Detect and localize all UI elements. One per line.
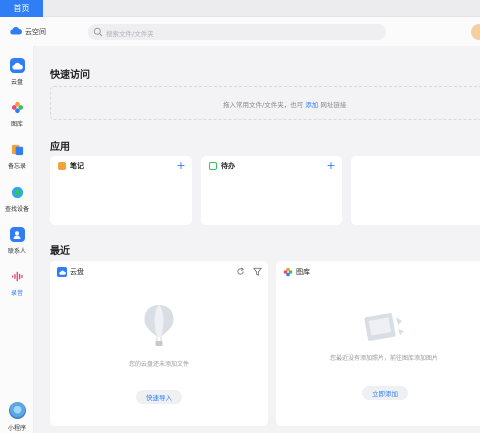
search-icon	[93, 27, 103, 37]
app-card-title: 待办	[221, 162, 235, 170]
app-card-todo[interactable]: 待办 +	[201, 156, 342, 225]
refresh-icon[interactable]	[236, 267, 245, 276]
search-placeholder: 搜索文件/文件夹	[106, 30, 154, 38]
sidebar-item-find-device[interactable]: 查找设备	[0, 185, 34, 213]
recent-card-cloud-drive: 云盘 您的云盘还未添加文件 快速导入	[50, 261, 268, 426]
sidebar-item-label: 小程序	[7, 425, 26, 432]
sidebar-item-gallery[interactable]: 图库	[0, 100, 34, 128]
header: 云空间 搜索文件/文件夹	[0, 17, 480, 46]
sidebar-item-recorder[interactable]: 录音	[0, 269, 34, 297]
contacts-icon	[9, 227, 25, 242]
add-now-button[interactable]: 立即添加	[362, 386, 408, 400]
add-icon[interactable]: +	[176, 160, 186, 171]
sidebar-item-cloud-drive[interactable]: 云盘	[0, 58, 34, 86]
sidebar-item-label: 图库	[10, 121, 23, 128]
app-card-empty	[351, 156, 480, 225]
quick-access-dropzone[interactable]: 拖入常用文件/文件夹，也可 添加 网址链接	[50, 86, 480, 120]
recorder-icon	[10, 269, 25, 284]
sidebar-item-contacts[interactable]: 联系人	[0, 227, 34, 255]
top-tab-bar: 首页	[0, 0, 480, 17]
cloud-empty-text: 您的云盘还未添加文件	[128, 361, 189, 368]
sidebar-item-label: 录音	[10, 290, 23, 297]
sidebar-item-label: 备忘录	[7, 163, 26, 170]
main-content: 快速访问 拖入常用文件/文件夹，也可 添加 网址链接 应用 笔记 + 待办 + …	[36, 46, 480, 433]
memo-icon	[10, 142, 25, 157]
sidebar-item-mini-program[interactable]: 小程序	[0, 402, 34, 432]
balloon-illustration-icon	[144, 305, 174, 346]
quick-access-title: 快速访问	[50, 70, 90, 81]
recent-card-title: 云盘	[70, 268, 84, 276]
quick-access-hint-before: 拖入常用文件/文件夹，也可	[223, 101, 304, 109]
todo-icon	[209, 162, 217, 170]
add-icon[interactable]: +	[326, 160, 336, 171]
sidebar-item-label: 查找设备	[4, 206, 29, 213]
recent-card-title: 图库	[296, 268, 310, 276]
user-avatar[interactable]	[471, 24, 480, 40]
recent-title: 最近	[50, 246, 70, 257]
cloud-logo-icon	[10, 27, 22, 35]
photo-illustration-icon	[364, 313, 404, 341]
mini-program-icon	[8, 402, 26, 419]
recent-card-gallery: 图库 您最近没有添加照片，前往图库添加图片 立即添加	[276, 261, 480, 426]
note-icon	[58, 162, 66, 170]
cloud-drive-icon	[9, 58, 25, 73]
sidebar-item-label: 联系人	[7, 248, 26, 255]
find-device-icon	[10, 185, 25, 200]
cloud-drive-icon	[57, 267, 67, 277]
apps-title: 应用	[50, 142, 70, 153]
tab-home[interactable]: 首页	[0, 0, 43, 17]
app-card-note[interactable]: 笔记 +	[50, 156, 192, 225]
quick-access-hint-after: 网址链接	[320, 101, 347, 109]
sidebar-item-label: 云盘	[10, 79, 23, 86]
gallery-empty-text: 您最近没有添加照片，前往图库添加图片	[329, 355, 438, 362]
app-card-title: 笔记	[70, 162, 84, 170]
quick-import-button[interactable]: 快速导入	[136, 390, 182, 404]
search-input[interactable]: 搜索文件/文件夹	[88, 24, 386, 40]
sidebar-item-memo[interactable]: 备忘录	[0, 142, 34, 170]
gallery-icon	[283, 267, 293, 277]
quick-access-hint: 拖入常用文件/文件夹，也可 添加 网址链接	[223, 99, 346, 109]
gallery-icon	[10, 100, 25, 115]
sidebar: 云盘 图库 备忘录 查找设备 联系人 录音 小程序	[0, 46, 34, 433]
filter-icon[interactable]	[253, 267, 262, 276]
quick-access-add-link[interactable]: 添加	[305, 101, 318, 109]
app-name: 云空间	[25, 28, 46, 36]
